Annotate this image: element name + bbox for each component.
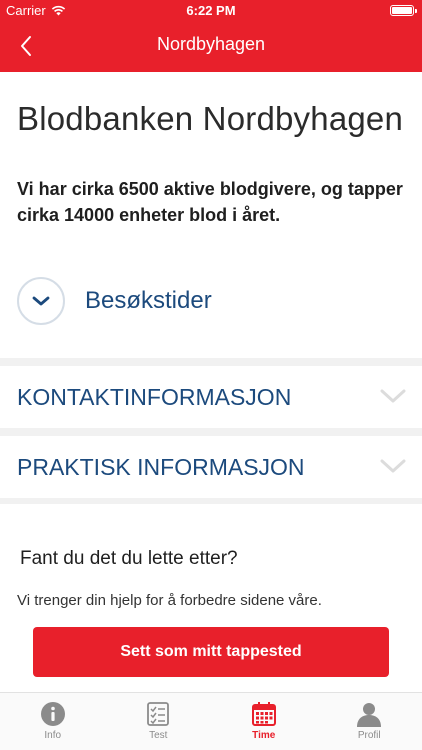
chevron-down-icon <box>380 389 406 403</box>
chevron-down-icon <box>32 296 50 306</box>
tab-info[interactable]: Info <box>0 693 106 750</box>
intro-text: Vi har cirka 6500 aktive blodgivere, og … <box>17 179 403 225</box>
status-bar: Carrier 6:22 PM <box>0 0 422 22</box>
profile-icon <box>357 703 382 727</box>
accordion-label: PRAKTISK INFORMASJON <box>17 454 305 480</box>
tab-test[interactable]: Test <box>106 693 212 750</box>
section-divider <box>0 498 422 504</box>
status-time: 6:22 PM <box>186 3 236 18</box>
tab-time[interactable]: Time <box>211 693 317 750</box>
tab-label: Info <box>44 730 62 741</box>
tab-bar: Info Test Time Profil <box>0 692 422 750</box>
battery-icon <box>390 5 417 16</box>
accordion-practical-info[interactable]: PRAKTISK INFORMASJON <box>0 436 422 498</box>
app-header: Carrier 6:22 PM Nordbyhagen <box>0 0 422 72</box>
tab-profile[interactable]: Profil <box>317 693 422 750</box>
page-title: Blodbanken Nordbyhagen <box>17 100 404 137</box>
set-as-my-donation-site-button[interactable]: Sett som mitt tappested <box>33 627 389 677</box>
accordion-contact-info[interactable]: KONTAKTINFORMASJON <box>0 366 422 428</box>
calendar-icon <box>251 702 276 726</box>
section-divider <box>0 428 422 436</box>
accordion-label: KONTAKTINFORMASJON <box>17 384 292 410</box>
chevron-down-icon <box>380 459 406 473</box>
feedback-text: Vi trenger din hjelp for å forbedre side… <box>17 592 322 609</box>
tab-label: Time <box>252 730 276 741</box>
tab-label: Profil <box>357 730 381 741</box>
feedback-title: Fant du det du lette etter? <box>20 548 238 569</box>
nav-bar: Nordbyhagen <box>0 22 422 70</box>
nav-title: Nordbyhagen <box>156 34 266 54</box>
info-icon <box>40 702 65 726</box>
expand-circle-icon <box>17 277 65 325</box>
tab-label: Test <box>149 730 168 741</box>
visiting-hours-label: Besøkstider <box>85 287 212 314</box>
checklist-icon <box>147 702 170 726</box>
visiting-hours-toggle[interactable]: Besøkstider <box>17 276 212 326</box>
section-divider <box>0 358 422 366</box>
